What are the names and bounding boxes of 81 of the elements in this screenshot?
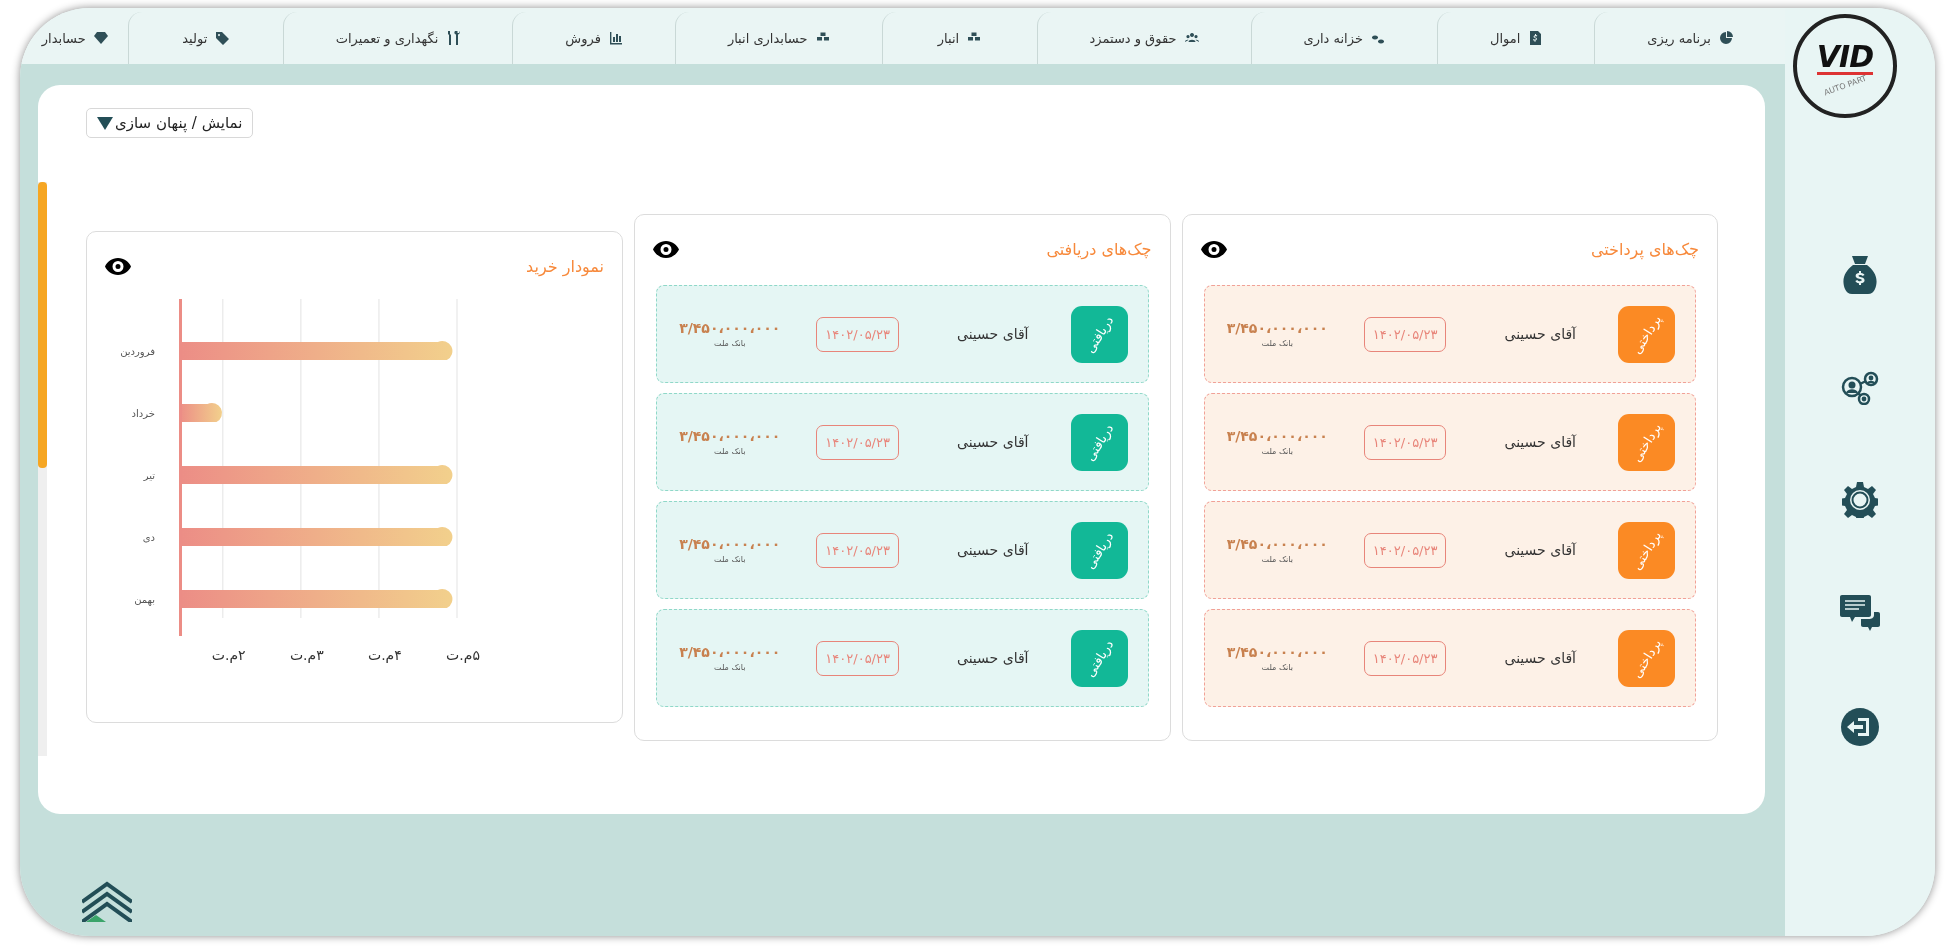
axis-label: خرداد: [131, 408, 155, 419]
dollar-document-icon: [1528, 31, 1543, 45]
payee-name: آقای حسینی: [956, 650, 1029, 666]
scrollbar-thumb[interactable]: [38, 182, 47, 468]
check-amount: ۳/۴۵۰،۰۰۰،۰۰۰: [1226, 320, 1328, 336]
people-network-icon[interactable]: [1841, 371, 1879, 405]
status-badge: دریافتی: [1070, 305, 1128, 363]
bank-name: بانک ملت: [714, 447, 746, 456]
check-row[interactable]: پرداختی آقای حسینی ۱۴۰۲/۰۵/۲۳ ۳/۴۵۰،۰۰۰،۰۰۰ بانک ملت: [1203, 609, 1696, 707]
check-amount: ۳/۴۵۰،۰۰۰،۰۰۰: [679, 320, 781, 336]
eye-icon[interactable]: [1200, 240, 1227, 258]
tag-icon: [215, 31, 230, 45]
check-row[interactable]: پرداختی آقای حسینی ۱۴۰۲/۰۵/۲۳ ۳/۴۵۰،۰۰۰،۰۰۰ بانک ملت: [1203, 393, 1696, 491]
status-badge: پرداختی: [1618, 521, 1675, 579]
settings-icon[interactable]: [1842, 482, 1878, 518]
axis-label: فروردین: [120, 346, 155, 357]
status-badge: پرداختی: [1618, 305, 1675, 363]
logo: VID AUTO PART: [1793, 14, 1897, 118]
check-row[interactable]: دریافتی آقای حسینی ۱۴۰۲/۰۵/۲۳ ۳/۴۵۰،۰۰۰،۰۰۰ بانک ملت: [656, 501, 1149, 599]
status-badge: پرداختی: [1618, 629, 1675, 687]
status-badge: دریافتی: [1070, 629, 1128, 687]
check-row[interactable]: پرداختی آقای حسینی ۱۴۰۲/۰۵/۲۳ ۳/۴۵۰،۰۰۰،۰۰۰ بانک ملت: [1203, 285, 1696, 383]
eye-icon[interactable]: [653, 240, 679, 258]
check-date: ۱۴۰۲/۰۵/۲۳: [1363, 640, 1447, 676]
check-row[interactable]: دریافتی آقای حسینی ۱۴۰۲/۰۵/۲۳ ۳/۴۵۰،۰۰۰،۰۰۰ بانک ملت: [656, 285, 1149, 383]
toggle-button[interactable]: نمایش / پنهان سازی: [86, 108, 254, 138]
status-badge: پرداختی: [1618, 413, 1675, 471]
check-amount: ۳/۴۵۰،۰۰۰،۰۰۰: [1226, 428, 1328, 444]
status-badge: دریافتی: [1070, 413, 1128, 471]
diamond-icon: [93, 31, 108, 45]
bank-name: بانک ملت: [1261, 339, 1293, 348]
check-date: ۱۴۰۲/۰۵/۲۳: [1363, 532, 1447, 568]
tools-icon: [446, 31, 461, 45]
card-title: چک‌های پرداختی: [1590, 239, 1699, 259]
check-row[interactable]: دریافتی آقای حسینی ۱۴۰۲/۰۵/۲۳ ۳/۴۵۰،۰۰۰،۰۰۰ بانک ملت: [656, 609, 1149, 707]
chat-icon[interactable]: [1840, 595, 1880, 631]
tick-label: ۳م.ت: [289, 647, 324, 663]
check-date: ۱۴۰۲/۰۵/۲۳: [1363, 424, 1447, 460]
check-amount: ۳/۴۵۰،۰۰۰،۰۰۰: [1226, 644, 1328, 660]
check-amount: ۳/۴۵۰،۰۰۰،۰۰۰: [679, 428, 781, 444]
check-date: ۱۴۰۲/۰۵/۲۳: [816, 424, 899, 460]
card-title: چک‌های دریافتی: [1046, 239, 1152, 259]
bar: [179, 402, 223, 422]
bank-name: بانک ملت: [714, 663, 746, 672]
tick-label: ۴م.ت: [368, 647, 402, 663]
tick-label: ۵م.ت: [446, 647, 480, 663]
axis-label: بهمن: [134, 594, 155, 605]
bank-name: بانک ملت: [1261, 447, 1293, 456]
diamond-pattern-icon: [82, 880, 132, 922]
caret-icon: [97, 116, 113, 130]
payee-name: آقای حسینی: [956, 542, 1029, 558]
axis-label: دی: [142, 532, 155, 543]
check-row[interactable]: پرداختی آقای حسینی ۱۴۰۲/۰۵/۲۳ ۳/۴۵۰،۰۰۰،۰۰۰ بانک ملت: [1203, 501, 1696, 599]
bank-name: بانک ملت: [1261, 555, 1293, 564]
check-amount: ۳/۴۵۰،۰۰۰،۰۰۰: [1226, 536, 1328, 552]
payee-name: آقای حسینی: [1504, 650, 1576, 666]
payee-name: آقای حسینی: [1504, 434, 1576, 450]
tick-label: ۲م.ت: [211, 647, 246, 663]
status-badge: دریافتی: [1070, 521, 1128, 579]
payee-name: آقای حسینی: [956, 326, 1029, 342]
bank-name: بانک ملت: [714, 555, 746, 564]
check-row[interactable]: دریافتی آقای حسینی ۱۴۰۲/۰۵/۲۳ ۳/۴۵۰،۰۰۰،۰۰۰ بانک ملت: [656, 393, 1149, 491]
check-amount: ۳/۴۵۰،۰۰۰،۰۰۰: [679, 644, 781, 660]
check-amount: ۳/۴۵۰،۰۰۰،۰۰۰: [679, 536, 781, 552]
axis-label: تیر: [143, 470, 155, 481]
bar-chart-icon: [608, 31, 623, 45]
payee-name: آقای حسینی: [1504, 542, 1576, 558]
bank-name: بانک ملت: [1261, 663, 1293, 672]
bank-name: بانک ملت: [714, 339, 746, 348]
payee-name: آقای حسینی: [956, 434, 1029, 450]
logout-icon[interactable]: [1841, 708, 1879, 746]
card-title: نمودار خرید: [526, 256, 604, 276]
check-date: ۱۴۰۲/۰۵/۲۳: [816, 532, 899, 568]
money-bag-icon[interactable]: [1843, 256, 1877, 294]
people-icon: [1184, 31, 1199, 45]
eye-icon[interactable]: [105, 257, 131, 275]
check-date: ۱۴۰۲/۰۵/۲۳: [816, 640, 899, 676]
check-date: ۱۴۰۲/۰۵/۲۳: [1363, 316, 1447, 352]
pie-chart-icon: [1719, 31, 1733, 45]
check-date: ۱۴۰۲/۰۵/۲۳: [816, 316, 899, 352]
payee-name: آقای حسینی: [1504, 326, 1576, 342]
